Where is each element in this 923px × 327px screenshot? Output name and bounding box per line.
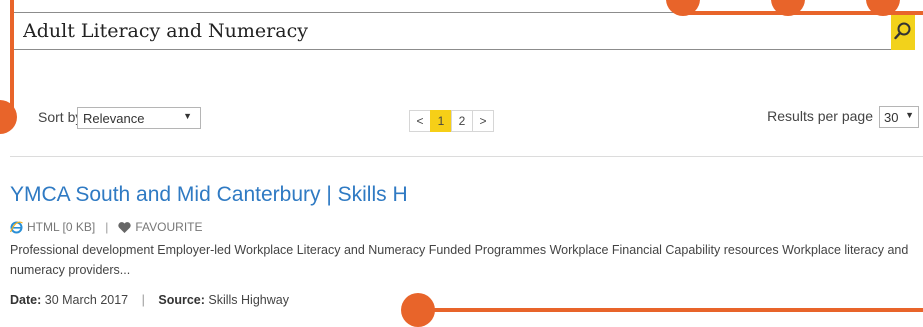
- overlay-dot: [0, 100, 17, 134]
- favourite-button[interactable]: FAVOURITE: [118, 220, 203, 234]
- heart-icon: [118, 221, 132, 233]
- separator: |: [105, 220, 109, 234]
- results-per-page-value: 30: [884, 110, 899, 125]
- result-footer: Date: 30 March 2017 | Source: Skills Hig…: [10, 293, 289, 307]
- sort-label: Sort by: [38, 109, 83, 125]
- overlay-line-bottom: [420, 308, 923, 312]
- result-date: 30 March 2017: [44, 293, 129, 307]
- search-input[interactable]: [11, 13, 891, 49]
- search-button[interactable]: [891, 12, 915, 50]
- pagination: < 1 2 >: [409, 110, 494, 132]
- dropdown-arrow-icon: ▼: [905, 110, 914, 120]
- sort-select[interactable]: Relevance ▼: [77, 107, 201, 129]
- result-source: Skills Highway: [208, 293, 289, 307]
- result-snippet: Professional development Employer-led Wo…: [10, 243, 909, 277]
- separator: |: [141, 293, 145, 307]
- pagination-next[interactable]: >: [472, 110, 494, 132]
- pagination-page-2[interactable]: 2: [451, 110, 473, 132]
- result-meta: HTML [0 KB] | FAVOURITE: [10, 220, 203, 234]
- search-icon: [894, 22, 911, 40]
- sort-value: Relevance: [83, 111, 145, 126]
- results-per-page-select[interactable]: 30 ▼: [879, 106, 919, 128]
- ie-icon: [10, 220, 23, 233]
- source-label: Source:: [158, 293, 205, 307]
- overlay-line-left: [10, 0, 14, 118]
- favourite-label: FAVOURITE: [135, 220, 203, 234]
- overlay-dot: [401, 293, 435, 327]
- search-bar: [10, 12, 915, 50]
- results-per-page-label: Results per page: [767, 108, 873, 124]
- pagination-prev[interactable]: <: [409, 110, 431, 132]
- pagination-page-1[interactable]: 1: [430, 110, 452, 132]
- result-title-link[interactable]: YMCA South and Mid Canterbury | Skills H: [10, 183, 408, 207]
- date-label: Date:: [10, 293, 42, 307]
- result-format: HTML [0 KB]: [27, 220, 96, 234]
- divider: [10, 156, 923, 157]
- dropdown-arrow-icon: ▼: [183, 111, 192, 121]
